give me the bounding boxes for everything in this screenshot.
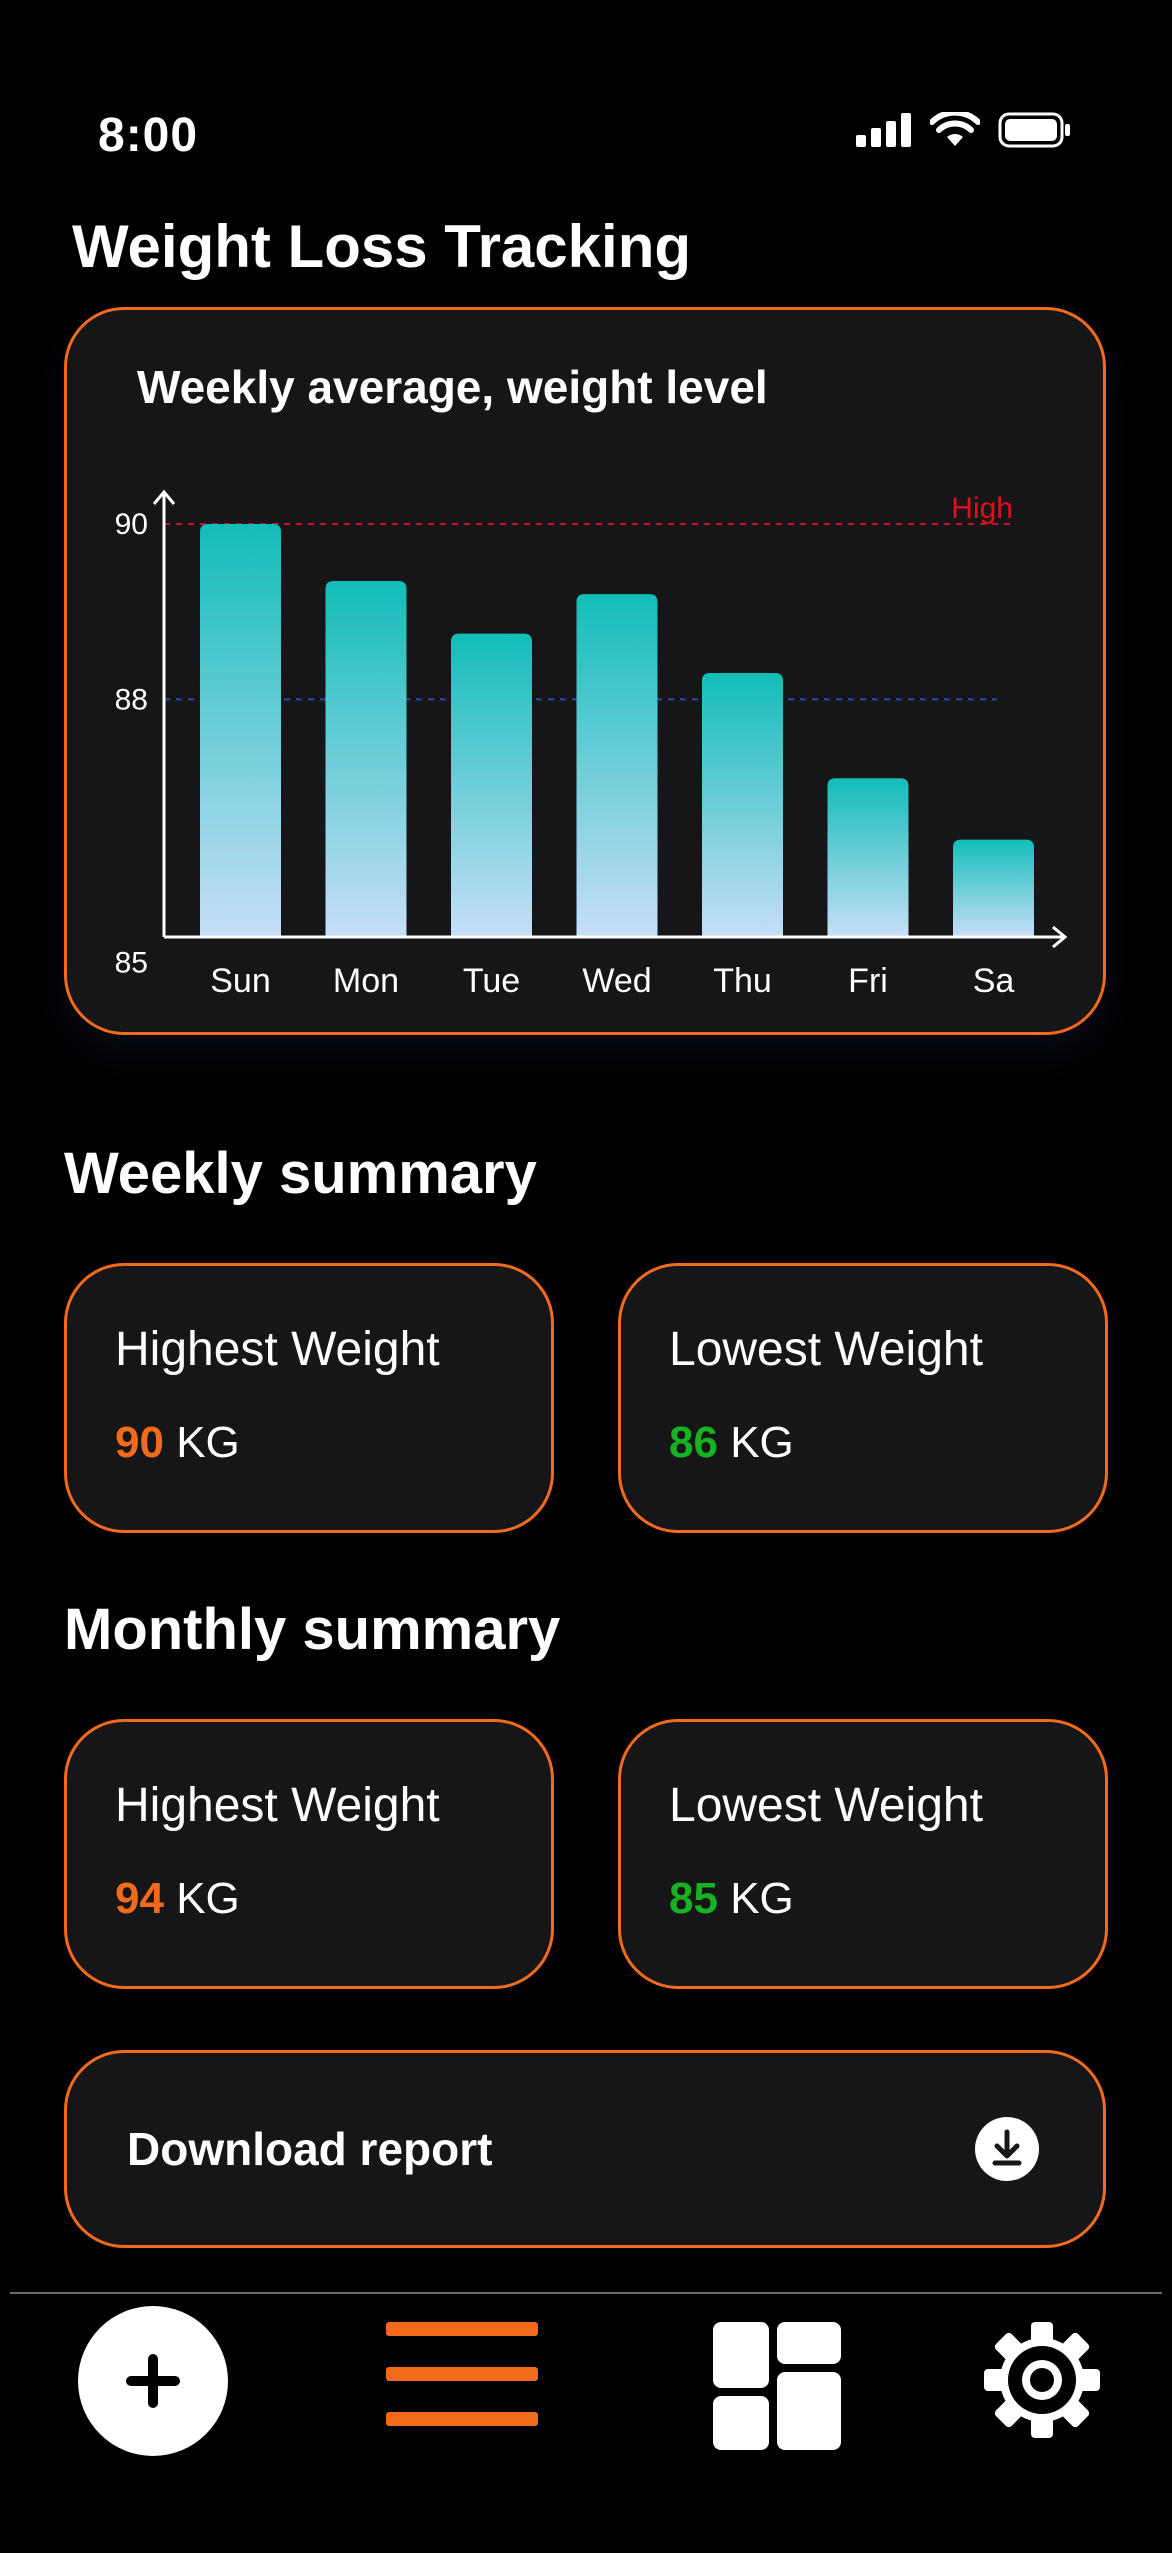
unit-label: KG xyxy=(176,1418,240,1467)
weekly-weight-chart-card: Weekly average, weight level High 85 88 90 S… xyxy=(64,307,1106,1035)
bar-mon[interactable] xyxy=(325,580,407,936)
nav-dashboard[interactable] xyxy=(713,2322,841,2455)
x-tick-label: Wed xyxy=(582,962,651,1000)
bar-thu[interactable] xyxy=(702,673,783,936)
weekly-lowest-card[interactable]: Lowest Weight 86 KG xyxy=(618,1263,1108,1533)
wifi-icon xyxy=(930,112,980,146)
stat-label: Lowest Weight xyxy=(669,1323,983,1376)
unit-label: KG xyxy=(730,1418,794,1467)
nav-menu[interactable] xyxy=(386,2322,538,2431)
stat-value: 90 KG xyxy=(115,1418,240,1468)
weekly-highest-card[interactable]: Highest Weight 90 KG xyxy=(64,1263,554,1533)
y-tick-label: 90 xyxy=(115,508,148,541)
download-icon xyxy=(975,2117,1039,2181)
download-report-button[interactable]: Download report xyxy=(64,2050,1106,2248)
x-tick-label: Mon xyxy=(333,962,399,1000)
monthly-lowest-value: 85 xyxy=(669,1874,718,1923)
x-tick-label: Tue xyxy=(463,962,520,1000)
nav-divider xyxy=(10,2292,1162,2294)
bar-wed[interactable] xyxy=(576,594,658,936)
bar-fri[interactable] xyxy=(827,778,909,936)
unit-label: KG xyxy=(176,1874,240,1923)
bar-sun[interactable] xyxy=(200,524,281,936)
weekly-highest-value: 90 xyxy=(115,1418,164,1467)
monthly-highest-value: 94 xyxy=(115,1874,164,1923)
x-tick-label: Sa xyxy=(973,962,1015,1000)
unit-label: KG xyxy=(730,1874,794,1923)
x-tick-label: Fri xyxy=(848,962,888,1000)
battery-icon xyxy=(998,112,1070,148)
y-tick-label: 85 xyxy=(115,946,148,979)
download-report-label: Download report xyxy=(127,2123,493,2175)
menu-icon xyxy=(386,2322,538,2426)
add-button[interactable] xyxy=(78,2306,228,2456)
stat-label: Lowest Weight xyxy=(669,1779,983,1832)
plus-icon xyxy=(126,2354,180,2408)
page-title: Weight Loss Tracking xyxy=(72,213,692,280)
stat-label: Highest Weight xyxy=(115,1779,440,1832)
dashboard-icon xyxy=(713,2322,841,2450)
weekly-lowest-value: 86 xyxy=(669,1418,718,1467)
gear-icon xyxy=(984,2322,1100,2438)
bar-tue[interactable] xyxy=(451,633,532,936)
x-tick-label: Thu xyxy=(713,962,772,1000)
monthly-lowest-card[interactable]: Lowest Weight 85 KG xyxy=(618,1719,1108,1989)
weekly-weight-bar-chart: High 85 88 90 Sun Mon Tue Wed Thu Fri Sa xyxy=(115,489,1068,1000)
monthly-highest-card[interactable]: Highest Weight 94 KG xyxy=(64,1719,554,1989)
x-tick-label: Sun xyxy=(210,962,271,1000)
stat-value: 85 KG xyxy=(669,1874,794,1924)
status-icons xyxy=(856,112,1072,148)
monthly-summary-title: Monthly summary xyxy=(64,1597,561,1662)
stat-label: Highest Weight xyxy=(115,1323,440,1376)
y-tick-label: 88 xyxy=(115,683,148,716)
stat-value: 94 KG xyxy=(115,1874,240,1924)
stat-value: 86 KG xyxy=(669,1418,794,1468)
weekly-summary-title: Weekly summary xyxy=(64,1141,537,1206)
status-time: 8:00 xyxy=(98,109,199,162)
reference-line-label: High xyxy=(951,492,1013,525)
nav-settings[interactable] xyxy=(982,2318,1102,2447)
signal-icon xyxy=(856,113,911,147)
bar-sa[interactable] xyxy=(953,839,1034,936)
